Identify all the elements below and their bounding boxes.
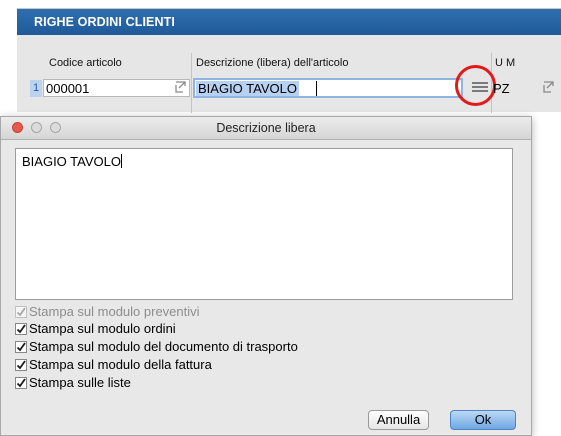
option-label: Stampa sul modulo ordini [29,321,176,336]
code-value: 000001 [46,81,90,96]
option-label: Stampa sulle liste [29,375,131,390]
column-header-code[interactable]: Codice articolo [49,57,122,69]
lookup-arrow-icon[interactable] [542,80,558,94]
checkmark-icon [15,306,27,318]
option-label: Stampa sul modulo preventivi [29,304,200,319]
column-header-um[interactable]: U M [495,57,515,69]
column-divider [191,53,192,113]
order-lines-panel: RIGHE ORDINI CLIENTI Codice articolo Des… [17,8,561,113]
lookup-arrow-icon[interactable] [174,80,190,94]
option-label: Stampa sul modulo della fattura [29,357,212,372]
text-caret [120,154,122,168]
column-header-description[interactable]: Descrizione (libera) dell'articolo [196,57,349,69]
panel-header: RIGHE ORDINI CLIENTI [17,9,561,35]
cancel-button[interactable]: Annulla [368,410,429,430]
checkmark-icon [15,377,27,389]
row-number[interactable]: 1 [30,80,42,97]
panel-title: RIGHE ORDINI CLIENTI [34,15,175,29]
ok-button[interactable]: Ok [450,410,516,430]
checkmark-icon [15,341,27,353]
checkmark-icon [15,323,27,335]
text-caret [316,81,317,96]
highlight-annotation [455,65,496,106]
checkmark-icon [15,359,27,371]
dialog-title: Descrizione libera [216,121,316,135]
description-value: BIAGIO TAVOLO [196,81,299,96]
description-textarea[interactable]: BIAGIO TAVOLO [15,148,513,300]
option-label: Stampa sul modulo del documento di trasp… [29,339,298,354]
free-description-dialog: Descrizione libera BIAGIO TAVOLO Stampa … [0,116,532,436]
dialog-titlebar: Descrizione libera [1,117,531,140]
um-value: PZ [493,81,510,96]
description-text: BIAGIO TAVOLO [22,154,121,169]
